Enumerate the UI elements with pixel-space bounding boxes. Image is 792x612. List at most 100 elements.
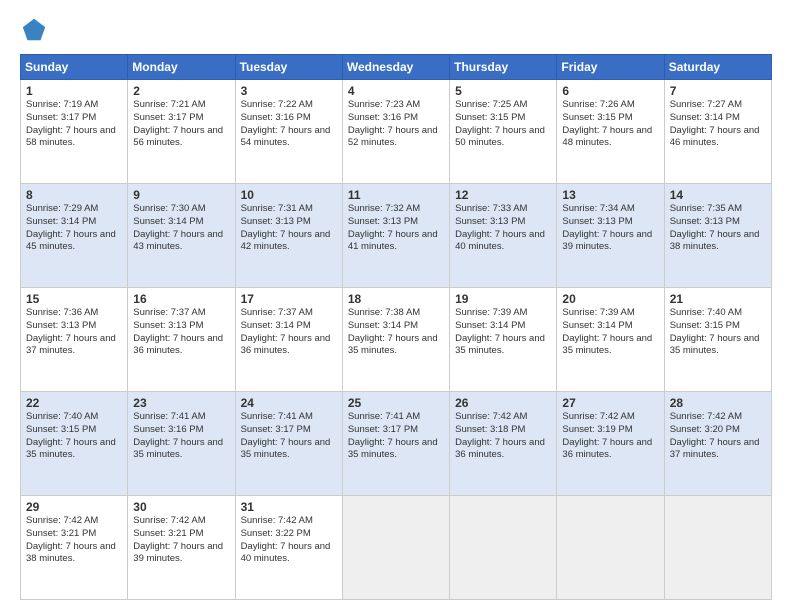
day-info: Sunrise: 7:26 AMSunset: 3:15 PMDaylight:… — [562, 99, 658, 150]
calendar-cell — [557, 496, 664, 600]
day-info: Sunrise: 7:33 AMSunset: 3:13 PMDaylight:… — [455, 203, 551, 254]
calendar-cell: 3Sunrise: 7:22 AMSunset: 3:16 PMDaylight… — [235, 80, 342, 184]
day-info: Sunrise: 7:39 AMSunset: 3:14 PMDaylight:… — [455, 307, 551, 358]
calendar-cell: 27Sunrise: 7:42 AMSunset: 3:19 PMDayligh… — [557, 392, 664, 496]
logo — [20, 16, 52, 44]
calendar-cell — [342, 496, 449, 600]
calendar-table: Sunday Monday Tuesday Wednesday Thursday… — [20, 54, 772, 600]
calendar-cell: 28Sunrise: 7:42 AMSunset: 3:20 PMDayligh… — [664, 392, 771, 496]
day-number: 17 — [241, 292, 337, 306]
header-row: Sunday Monday Tuesday Wednesday Thursday… — [21, 55, 772, 80]
col-monday: Monday — [128, 55, 235, 80]
day-number: 31 — [241, 500, 337, 514]
calendar-cell: 5Sunrise: 7:25 AMSunset: 3:15 PMDaylight… — [450, 80, 557, 184]
calendar-week-4: 22Sunrise: 7:40 AMSunset: 3:15 PMDayligh… — [21, 392, 772, 496]
calendar-cell: 6Sunrise: 7:26 AMSunset: 3:15 PMDaylight… — [557, 80, 664, 184]
day-number: 15 — [26, 292, 122, 306]
calendar-week-3: 15Sunrise: 7:36 AMSunset: 3:13 PMDayligh… — [21, 288, 772, 392]
day-info: Sunrise: 7:37 AMSunset: 3:14 PMDaylight:… — [241, 307, 337, 358]
day-info: Sunrise: 7:42 AMSunset: 3:20 PMDaylight:… — [670, 411, 766, 462]
day-info: Sunrise: 7:22 AMSunset: 3:16 PMDaylight:… — [241, 99, 337, 150]
day-info: Sunrise: 7:36 AMSunset: 3:13 PMDaylight:… — [26, 307, 122, 358]
calendar-cell: 15Sunrise: 7:36 AMSunset: 3:13 PMDayligh… — [21, 288, 128, 392]
calendar-cell: 13Sunrise: 7:34 AMSunset: 3:13 PMDayligh… — [557, 184, 664, 288]
day-number: 1 — [26, 84, 122, 98]
day-number: 25 — [348, 396, 444, 410]
day-number: 18 — [348, 292, 444, 306]
day-info: Sunrise: 7:42 AMSunset: 3:19 PMDaylight:… — [562, 411, 658, 462]
day-number: 23 — [133, 396, 229, 410]
calendar-cell: 12Sunrise: 7:33 AMSunset: 3:13 PMDayligh… — [450, 184, 557, 288]
day-number: 21 — [670, 292, 766, 306]
calendar-cell: 18Sunrise: 7:38 AMSunset: 3:14 PMDayligh… — [342, 288, 449, 392]
day-number: 28 — [670, 396, 766, 410]
day-number: 29 — [26, 500, 122, 514]
day-info: Sunrise: 7:38 AMSunset: 3:14 PMDaylight:… — [348, 307, 444, 358]
calendar-header: Sunday Monday Tuesday Wednesday Thursday… — [21, 55, 772, 80]
calendar-cell: 17Sunrise: 7:37 AMSunset: 3:14 PMDayligh… — [235, 288, 342, 392]
logo-icon — [20, 16, 48, 44]
day-info: Sunrise: 7:41 AMSunset: 3:16 PMDaylight:… — [133, 411, 229, 462]
calendar-cell: 9Sunrise: 7:30 AMSunset: 3:14 PMDaylight… — [128, 184, 235, 288]
day-number: 24 — [241, 396, 337, 410]
calendar-cell: 10Sunrise: 7:31 AMSunset: 3:13 PMDayligh… — [235, 184, 342, 288]
calendar-week-1: 1Sunrise: 7:19 AMSunset: 3:17 PMDaylight… — [21, 80, 772, 184]
day-number: 26 — [455, 396, 551, 410]
day-info: Sunrise: 7:35 AMSunset: 3:13 PMDaylight:… — [670, 203, 766, 254]
day-info: Sunrise: 7:19 AMSunset: 3:17 PMDaylight:… — [26, 99, 122, 150]
day-number: 10 — [241, 188, 337, 202]
day-number: 22 — [26, 396, 122, 410]
calendar-cell: 29Sunrise: 7:42 AMSunset: 3:21 PMDayligh… — [21, 496, 128, 600]
calendar-cell: 11Sunrise: 7:32 AMSunset: 3:13 PMDayligh… — [342, 184, 449, 288]
day-info: Sunrise: 7:42 AMSunset: 3:21 PMDaylight:… — [26, 515, 122, 566]
calendar-cell: 2Sunrise: 7:21 AMSunset: 3:17 PMDaylight… — [128, 80, 235, 184]
calendar-cell — [664, 496, 771, 600]
calendar-cell: 8Sunrise: 7:29 AMSunset: 3:14 PMDaylight… — [21, 184, 128, 288]
day-info: Sunrise: 7:37 AMSunset: 3:13 PMDaylight:… — [133, 307, 229, 358]
calendar-cell — [450, 496, 557, 600]
calendar-cell: 20Sunrise: 7:39 AMSunset: 3:14 PMDayligh… — [557, 288, 664, 392]
day-info: Sunrise: 7:40 AMSunset: 3:15 PMDaylight:… — [26, 411, 122, 462]
day-number: 16 — [133, 292, 229, 306]
col-thursday: Thursday — [450, 55, 557, 80]
day-number: 13 — [562, 188, 658, 202]
calendar-cell: 30Sunrise: 7:42 AMSunset: 3:21 PMDayligh… — [128, 496, 235, 600]
day-info: Sunrise: 7:31 AMSunset: 3:13 PMDaylight:… — [241, 203, 337, 254]
calendar-cell: 21Sunrise: 7:40 AMSunset: 3:15 PMDayligh… — [664, 288, 771, 392]
calendar-cell: 19Sunrise: 7:39 AMSunset: 3:14 PMDayligh… — [450, 288, 557, 392]
calendar-body: 1Sunrise: 7:19 AMSunset: 3:17 PMDaylight… — [21, 80, 772, 600]
day-number: 8 — [26, 188, 122, 202]
calendar-cell: 24Sunrise: 7:41 AMSunset: 3:17 PMDayligh… — [235, 392, 342, 496]
day-info: Sunrise: 7:42 AMSunset: 3:22 PMDaylight:… — [241, 515, 337, 566]
day-number: 30 — [133, 500, 229, 514]
day-info: Sunrise: 7:42 AMSunset: 3:18 PMDaylight:… — [455, 411, 551, 462]
day-number: 4 — [348, 84, 444, 98]
day-number: 12 — [455, 188, 551, 202]
calendar-week-2: 8Sunrise: 7:29 AMSunset: 3:14 PMDaylight… — [21, 184, 772, 288]
day-number: 14 — [670, 188, 766, 202]
col-sunday: Sunday — [21, 55, 128, 80]
day-info: Sunrise: 7:34 AMSunset: 3:13 PMDaylight:… — [562, 203, 658, 254]
day-info: Sunrise: 7:40 AMSunset: 3:15 PMDaylight:… — [670, 307, 766, 358]
header — [20, 16, 772, 44]
calendar-cell: 31Sunrise: 7:42 AMSunset: 3:22 PMDayligh… — [235, 496, 342, 600]
day-info: Sunrise: 7:41 AMSunset: 3:17 PMDaylight:… — [241, 411, 337, 462]
col-wednesday: Wednesday — [342, 55, 449, 80]
day-number: 3 — [241, 84, 337, 98]
calendar-cell: 4Sunrise: 7:23 AMSunset: 3:16 PMDaylight… — [342, 80, 449, 184]
day-info: Sunrise: 7:41 AMSunset: 3:17 PMDaylight:… — [348, 411, 444, 462]
calendar-cell: 14Sunrise: 7:35 AMSunset: 3:13 PMDayligh… — [664, 184, 771, 288]
day-info: Sunrise: 7:23 AMSunset: 3:16 PMDaylight:… — [348, 99, 444, 150]
day-number: 2 — [133, 84, 229, 98]
calendar-cell: 26Sunrise: 7:42 AMSunset: 3:18 PMDayligh… — [450, 392, 557, 496]
day-number: 20 — [562, 292, 658, 306]
col-tuesday: Tuesday — [235, 55, 342, 80]
day-number: 19 — [455, 292, 551, 306]
day-number: 5 — [455, 84, 551, 98]
calendar-page: Sunday Monday Tuesday Wednesday Thursday… — [0, 0, 792, 612]
day-number: 27 — [562, 396, 658, 410]
day-info: Sunrise: 7:21 AMSunset: 3:17 PMDaylight:… — [133, 99, 229, 150]
day-number: 7 — [670, 84, 766, 98]
calendar-cell: 16Sunrise: 7:37 AMSunset: 3:13 PMDayligh… — [128, 288, 235, 392]
day-number: 9 — [133, 188, 229, 202]
